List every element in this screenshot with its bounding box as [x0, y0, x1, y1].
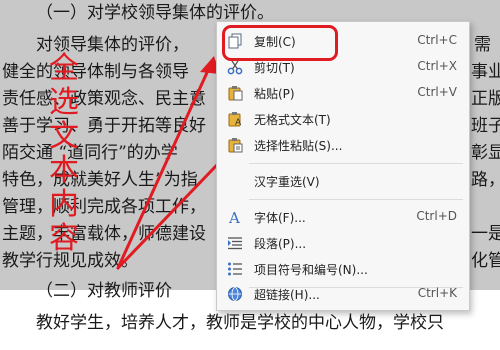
- paste-text-icon: A: [228, 112, 242, 127]
- menu-item-label: 段落(P)...: [254, 237, 307, 251]
- bullets-icon: [228, 262, 242, 276]
- menu-item-bullets-numbering[interactable]: 项目符号和编号(N)...: [217, 256, 469, 282]
- menu-item-reselect-chars[interactable]: 汉字重选(V): [217, 168, 469, 194]
- menu-item-label: 字体(F)...: [254, 211, 306, 225]
- menu-separator: [249, 163, 463, 164]
- menu-item-paragraph[interactable]: 段落(P)...: [217, 230, 469, 256]
- scissors-icon: [227, 60, 243, 75]
- menu-separator: [249, 199, 463, 200]
- menu-item-paste[interactable]: 粘贴(P) Ctrl+V: [217, 80, 469, 106]
- menu-item-shortcut: Ctrl+X: [417, 59, 457, 73]
- paste-icon: [228, 86, 243, 101]
- menu-item-label: 项目符号和编号(N)...: [254, 263, 368, 277]
- paragraph-icon: [228, 237, 242, 250]
- menu-item-shortcut: Ctrl+K: [417, 286, 457, 300]
- menu-item-shortcut: Ctrl+C: [417, 33, 457, 47]
- copy-highlight-box: [222, 25, 338, 61]
- menu-item-paste-plain-text[interactable]: A 无格式文本(T): [217, 106, 469, 132]
- menu-item-shortcut: Ctrl+V: [417, 85, 457, 99]
- arrow-to-copy: [116, 64, 212, 270]
- menu-item-font[interactable]: A 字体(F)... Ctrl+D: [217, 204, 469, 230]
- font-icon: A: [228, 209, 240, 225]
- svg-text:A: A: [235, 118, 242, 127]
- svg-text:A: A: [228, 209, 240, 225]
- menu-item-label: 无格式文本(T): [254, 113, 331, 127]
- menu-item-label: 超链接(H)...: [254, 288, 320, 302]
- menu-item-label: 汉字重选(V): [254, 175, 320, 189]
- menu-item-label: 选择性粘贴(S)...: [254, 139, 343, 153]
- menu-item-shortcut: Ctrl+D: [416, 209, 457, 223]
- menu-item-hyperlink[interactable]: 超链接(H)... Ctrl+K: [217, 281, 469, 307]
- menu-item-paste-special[interactable]: 选择性粘贴(S)...: [217, 132, 469, 158]
- menu-item-label: 粘贴(P): [254, 87, 295, 101]
- paste-special-icon: [228, 138, 243, 153]
- menu-item-label: 剪切(T): [254, 61, 295, 75]
- hyperlink-icon: [228, 287, 242, 301]
- context-menu: 复制(C) Ctrl+C 剪切(T) Ctrl+X 粘贴(P) Ctrl+V A…: [216, 21, 470, 311]
